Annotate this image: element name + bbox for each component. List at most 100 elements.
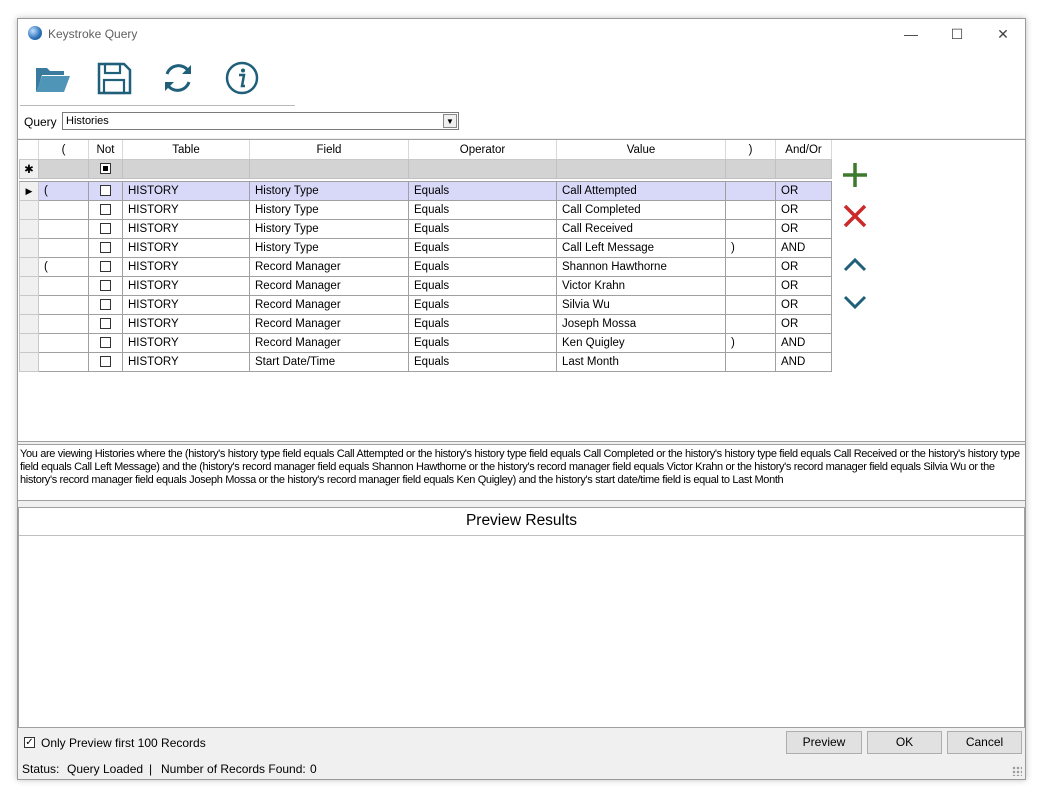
- value-cell[interactable]: Last Month: [556, 352, 726, 372]
- not-checkbox[interactable]: [100, 356, 111, 368]
- not-checkbox[interactable]: [100, 337, 111, 349]
- table-row[interactable]: HISTORY History Type Equals Call Completed O…: [19, 200, 832, 220]
- row-header[interactable]: [19, 257, 39, 277]
- open-paren-cell[interactable]: [38, 219, 89, 239]
- value-cell[interactable]: Call Attempted: [556, 181, 726, 201]
- new-row[interactable]: ✱: [19, 159, 832, 179]
- only-preview-checkbox[interactable]: ✓: [24, 737, 35, 748]
- close-paren-cell[interactable]: [725, 295, 776, 315]
- table-cell[interactable]: HISTORY: [122, 295, 250, 315]
- not-checkbox[interactable]: [100, 280, 111, 292]
- new-row-cell[interactable]: [725, 159, 776, 179]
- field-cell[interactable]: Record Manager: [249, 314, 409, 334]
- andor-cell[interactable]: AND: [775, 238, 832, 258]
- row-header[interactable]: [19, 295, 39, 315]
- not-cell[interactable]: [88, 295, 123, 315]
- operator-cell[interactable]: Equals: [408, 314, 557, 334]
- not-checkbox[interactable]: [100, 242, 111, 254]
- not-cell[interactable]: [88, 276, 123, 296]
- operator-cell[interactable]: Equals: [408, 257, 557, 277]
- new-row-cell[interactable]: [775, 159, 832, 179]
- table-row[interactable]: HISTORY History Type Equals Call Received OR: [19, 219, 832, 239]
- column-header-close-paren[interactable]: ): [725, 140, 776, 160]
- open-paren-cell[interactable]: (: [38, 257, 89, 277]
- ok-button[interactable]: OK: [867, 731, 942, 754]
- operator-cell[interactable]: Equals: [408, 276, 557, 296]
- query-dropdown[interactable]: Histories ▼: [62, 112, 459, 130]
- not-checkbox[interactable]: [100, 223, 111, 235]
- not-cell[interactable]: [88, 333, 123, 353]
- cancel-button[interactable]: Cancel: [947, 731, 1022, 754]
- not-checkbox[interactable]: [100, 204, 111, 216]
- open-paren-cell[interactable]: [38, 238, 89, 258]
- table-cell[interactable]: HISTORY: [122, 219, 250, 239]
- table-row[interactable]: ▶(HISTORY History Type Equals Call Attempte…: [19, 181, 832, 201]
- close-paren-cell[interactable]: [725, 314, 776, 334]
- close-paren-cell[interactable]: [725, 276, 776, 296]
- open-paren-cell[interactable]: [38, 314, 89, 334]
- not-checkbox[interactable]: [100, 261, 111, 273]
- refresh-button[interactable]: [158, 58, 198, 98]
- row-header[interactable]: [19, 314, 39, 334]
- open-paren-cell[interactable]: (: [38, 181, 89, 201]
- new-row-not-cell[interactable]: [88, 159, 123, 179]
- andor-cell[interactable]: OR: [775, 181, 832, 201]
- table-row[interactable]: HISTORY Record Manager Equals Silvia Wu OR: [19, 295, 832, 315]
- move-up-button[interactable]: [840, 250, 870, 280]
- field-cell[interactable]: Start Date/Time: [249, 352, 409, 372]
- delete-criteria-button[interactable]: [840, 201, 870, 231]
- column-header-not[interactable]: Not: [88, 140, 123, 160]
- table-row[interactable]: HISTORY Record Manager Equals Joseph Mossa O…: [19, 314, 832, 334]
- andor-cell[interactable]: AND: [775, 352, 832, 372]
- open-paren-cell[interactable]: [38, 295, 89, 315]
- not-checkbox[interactable]: [100, 299, 111, 311]
- row-header[interactable]: [19, 276, 39, 296]
- table-cell[interactable]: HISTORY: [122, 257, 250, 277]
- close-paren-cell[interactable]: [725, 219, 776, 239]
- table-cell[interactable]: HISTORY: [122, 352, 250, 372]
- value-cell[interactable]: Call Left Message: [556, 238, 726, 258]
- preview-button[interactable]: Preview: [786, 731, 862, 754]
- not-cell[interactable]: [88, 200, 123, 220]
- value-cell[interactable]: Call Received: [556, 219, 726, 239]
- andor-cell[interactable]: OR: [775, 257, 832, 277]
- open-paren-cell[interactable]: [38, 200, 89, 220]
- value-cell[interactable]: Victor Krahn: [556, 276, 726, 296]
- andor-cell[interactable]: OR: [775, 219, 832, 239]
- new-row-cell[interactable]: [249, 159, 409, 179]
- column-header-operator[interactable]: Operator: [408, 140, 557, 160]
- table-row[interactable]: HISTORY Start Date/Time Equals Last Month AN…: [19, 352, 832, 372]
- close-paren-cell[interactable]: ): [725, 238, 776, 258]
- andor-cell[interactable]: OR: [775, 200, 832, 220]
- value-cell[interactable]: Call Completed: [556, 200, 726, 220]
- close-paren-cell[interactable]: [725, 257, 776, 277]
- row-header[interactable]: [19, 333, 39, 353]
- close-paren-cell[interactable]: [725, 352, 776, 372]
- open-paren-cell[interactable]: [38, 333, 89, 353]
- row-header[interactable]: [19, 238, 39, 258]
- table-row[interactable]: HISTORY Record Manager Equals Ken Quigley) A…: [19, 333, 832, 353]
- dropdown-arrow-icon[interactable]: ▼: [443, 114, 457, 128]
- close-paren-cell[interactable]: ): [725, 333, 776, 353]
- table-row[interactable]: ( HISTORY Record Manager Equals Shannon Hawt…: [19, 257, 832, 277]
- not-cell[interactable]: [88, 219, 123, 239]
- resize-grip-icon[interactable]: [1012, 766, 1022, 776]
- column-header-value[interactable]: Value: [556, 140, 726, 160]
- table-row[interactable]: HISTORY History Type Equals Call Left Messa…: [19, 238, 832, 258]
- operator-cell[interactable]: Equals: [408, 333, 557, 353]
- minimize-button[interactable]: —: [888, 19, 934, 50]
- new-row-cell[interactable]: [122, 159, 250, 179]
- not-cell[interactable]: [88, 238, 123, 258]
- new-row-cell[interactable]: [38, 159, 89, 179]
- not-cell[interactable]: [88, 257, 123, 277]
- field-cell[interactable]: History Type: [249, 200, 409, 220]
- open-button[interactable]: [32, 58, 72, 98]
- new-row-cell[interactable]: [556, 159, 726, 179]
- andor-cell[interactable]: OR: [775, 314, 832, 334]
- value-cell[interactable]: Shannon Hawthorne: [556, 257, 726, 277]
- column-header-table[interactable]: Table: [122, 140, 250, 160]
- close-paren-cell[interactable]: [725, 200, 776, 220]
- field-cell[interactable]: Record Manager: [249, 333, 409, 353]
- field-cell[interactable]: Record Manager: [249, 257, 409, 277]
- value-cell[interactable]: Ken Quigley: [556, 333, 726, 353]
